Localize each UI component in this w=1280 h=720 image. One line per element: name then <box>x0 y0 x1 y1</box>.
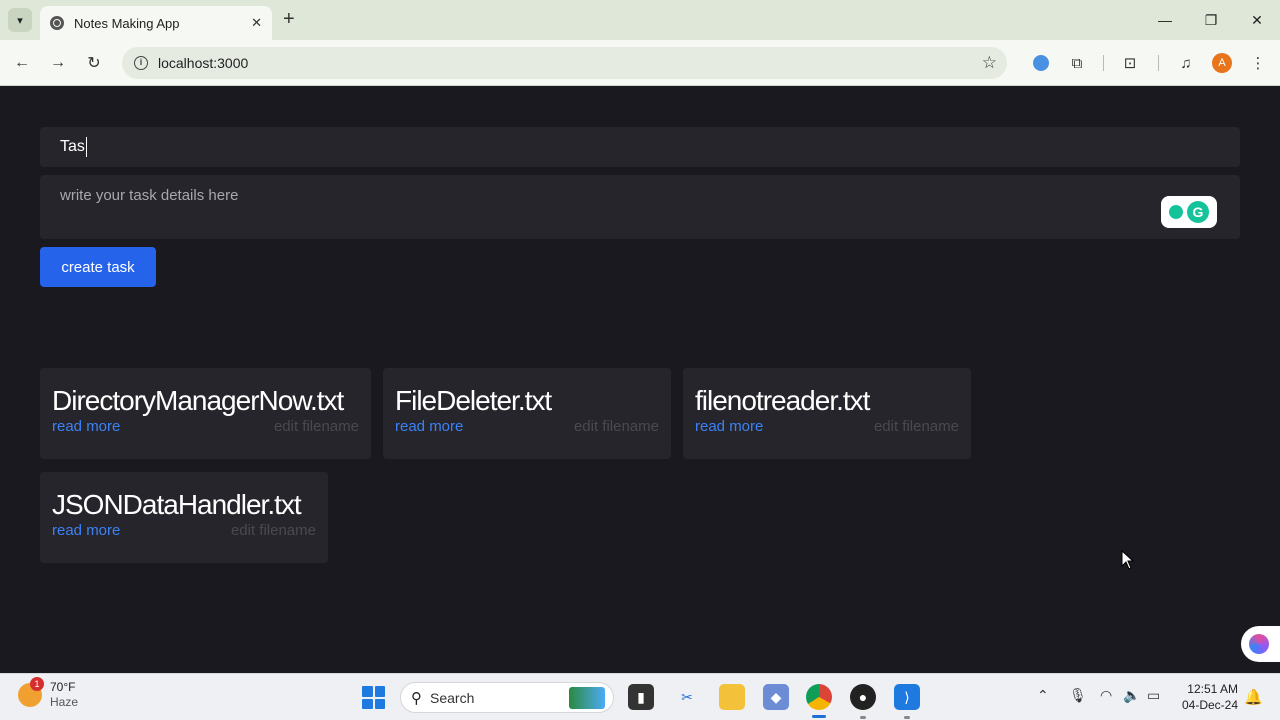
text-caret <box>85 137 87 157</box>
notification-badge: 1 <box>30 677 44 691</box>
game-controller-icon[interactable]: ◆ <box>763 684 789 710</box>
notification-bell-icon[interactable]: 🔔 <box>1244 688 1263 706</box>
grammarly-widget[interactable]: G <box>1161 196 1217 228</box>
extensions-puzzle-icon[interactable]: ⧉ <box>1066 52 1088 74</box>
lightbulb-icon <box>1169 205 1183 219</box>
edit-filename-link[interactable]: edit filename <box>231 522 316 539</box>
note-card-actions: read more edit filename <box>395 418 659 435</box>
weather-temperature: 70°F <box>50 680 76 694</box>
file-explorer-icon[interactable] <box>719 684 745 710</box>
chrome-icon[interactable] <box>806 684 832 710</box>
taskbar-search[interactable]: ⚲ Search <box>400 682 614 713</box>
globe-icon <box>50 16 64 30</box>
note-card: filenotreader.txt read more edit filenam… <box>683 368 971 459</box>
edit-filename-link[interactable]: edit filename <box>574 418 659 435</box>
volume-icon[interactable]: 🔈 <box>1123 687 1140 704</box>
clock-time: 12:51 AM <box>1187 682 1238 696</box>
read-more-link[interactable]: read more <box>395 418 463 435</box>
site-info-icon[interactable]: i <box>134 56 148 70</box>
taskbar-search-label: Search <box>430 689 475 706</box>
clock-date: 04-Dec-24 <box>1181 698 1238 712</box>
task-details-placeholder: write your task details here <box>60 187 239 204</box>
address-bar[interactable]: i localhost:3000 ☆ <box>122 47 1007 79</box>
search-icon: ⚲ <box>411 689 422 707</box>
note-card-title: FileDeleter.txt <box>395 385 552 416</box>
weather-widget[interactable]: 1 70°F Haze <box>18 677 79 710</box>
browser-tab[interactable]: Notes Making App ✕ <box>40 6 272 40</box>
copilot-icon <box>1249 634 1269 654</box>
read-more-link[interactable]: read more <box>52 418 120 435</box>
screenshot-icon[interactable]: ⊡ <box>1119 52 1141 74</box>
url-text[interactable]: localhost:3000 <box>158 55 982 71</box>
running-app-indicator <box>904 716 910 719</box>
active-app-indicator <box>812 715 826 718</box>
chevron-up-icon[interactable]: ⌃ <box>1037 687 1049 704</box>
toolbar-divider <box>1103 55 1104 71</box>
note-card-actions: read more edit filename <box>695 418 959 435</box>
task-title-value: Tas <box>60 138 85 155</box>
running-app-indicator <box>860 716 866 719</box>
menu-kebab-icon[interactable]: ⋮ <box>1247 52 1269 74</box>
windows-taskbar: 1 70°F Haze ⚲ Search ▮ ✂ ◆ ● ⟩ ⌃ 🎙 ◠ 🔈 ▭… <box>0 673 1280 720</box>
task-details-textarea[interactable]: write your task details here <box>40 175 1240 239</box>
browser-tab-bar: ▾ Notes Making App ✕ + — ❐ ✕ <box>0 0 1280 40</box>
system-clock[interactable]: 12:51 AM 04-Dec-24 <box>1178 681 1238 713</box>
edit-filename-link[interactable]: edit filename <box>274 418 359 435</box>
grammarly-g-icon: G <box>1187 201 1209 223</box>
minimize-icon[interactable]: — <box>1142 0 1188 40</box>
new-tab-plus-icon[interactable]: + <box>283 9 295 29</box>
tab-title: Notes Making App <box>74 15 180 31</box>
close-window-icon[interactable]: ✕ <box>1234 0 1280 40</box>
note-card-title: DirectoryManagerNow.txt <box>52 385 344 416</box>
obs-studio-icon[interactable]: ● <box>850 684 876 710</box>
search-highlight-image <box>569 686 605 709</box>
windows-start-icon[interactable] <box>362 686 385 709</box>
toolbar-divider <box>1158 55 1159 71</box>
tab-search-dropdown-icon[interactable]: ▾ <box>8 8 32 32</box>
vscode-icon[interactable]: ⟩ <box>894 684 920 710</box>
edit-filename-link[interactable]: edit filename <box>874 418 959 435</box>
note-card-actions: read more edit filename <box>52 522 316 539</box>
window-controls: — ❐ ✕ <box>1142 0 1280 40</box>
bookmark-star-icon[interactable]: ☆ <box>982 53 997 73</box>
note-card-actions: read more edit filename <box>52 418 359 435</box>
forward-arrow-icon[interactable]: → <box>46 51 70 75</box>
task-view-icon[interactable]: ▮ <box>628 684 654 710</box>
note-card-title: filenotreader.txt <box>695 385 870 416</box>
browser-toolbar: ← → ↻ i localhost:3000 ☆ ⧉ ⊡ ♫ ⋮ <box>0 40 1280 86</box>
snipping-tool-icon[interactable]: ✂ <box>674 684 700 710</box>
battery-icon[interactable]: ▭ <box>1147 687 1160 704</box>
page-content: Tas write your task details here G creat… <box>0 87 1280 673</box>
task-title-input[interactable]: Tas <box>40 127 1240 167</box>
profile-avatar[interactable]: A <box>1212 53 1232 73</box>
note-card-title: JSONDataHandler.txt <box>52 489 302 520</box>
copilot-sidebar-button[interactable] <box>1241 626 1280 662</box>
haze-weather-icon: 1 <box>18 677 44 707</box>
wifi-icon[interactable]: ◠ <box>1100 687 1112 704</box>
create-task-button[interactable]: create task <box>40 247 156 287</box>
reload-icon[interactable]: ↻ <box>82 51 106 75</box>
note-card: DirectoryManagerNow.txt read more edit f… <box>40 368 371 459</box>
extension-globe-icon[interactable] <box>1030 52 1052 74</box>
read-more-link[interactable]: read more <box>52 522 120 539</box>
restore-icon[interactable]: ❐ <box>1188 0 1234 40</box>
read-more-link[interactable]: read more <box>695 418 763 435</box>
note-card: JSONDataHandler.txt read more edit filen… <box>40 472 328 563</box>
weather-description: Haze <box>50 695 79 709</box>
back-arrow-icon[interactable]: ← <box>10 51 34 75</box>
note-card: FileDeleter.txt read more edit filename <box>383 368 671 459</box>
close-tab-icon[interactable]: ✕ <box>251 15 262 31</box>
media-controls-icon[interactable]: ♫ <box>1175 52 1197 74</box>
microphone-icon[interactable]: 🎙 <box>1069 687 1087 704</box>
